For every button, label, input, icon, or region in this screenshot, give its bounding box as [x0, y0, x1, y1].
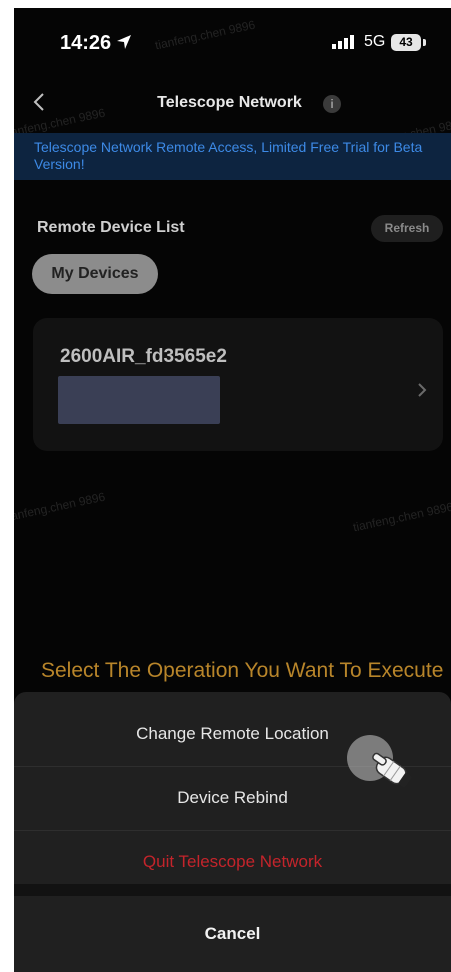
- banner-text: Telescope Network Remote Access, Limited…: [34, 139, 423, 172]
- device-card[interactable]: 2600AIR_fd3565e2: [33, 318, 443, 451]
- phone-screen: tianfeng.chen 9896 tianfeng.chen 9896 ti…: [14, 8, 451, 972]
- cancel-button[interactable]: Cancel: [14, 896, 451, 972]
- clock: 14:26: [60, 32, 112, 54]
- watermark: tianfeng.chen 9896: [351, 499, 451, 535]
- hand-pointer-icon: [372, 752, 412, 788]
- page-title: Telescope Network: [157, 94, 302, 111]
- redacted-device-info: [58, 376, 220, 424]
- beta-notice-banner: Telescope Network Remote Access, Limited…: [14, 133, 451, 180]
- operation-prompt: Select The Operation You Want To Execute: [41, 659, 444, 682]
- status-bar: 14:26 5G 43: [14, 8, 451, 80]
- watermark: tianfeng.chen 9896: [14, 489, 107, 525]
- info-icon[interactable]: i: [323, 95, 341, 113]
- chevron-right-icon: [418, 383, 427, 397]
- battery-tip: [423, 39, 426, 46]
- location-arrow-icon: [117, 35, 131, 49]
- remote-device-list-title: Remote Device List: [37, 219, 185, 236]
- battery-icon: 43: [391, 34, 421, 51]
- tab-my-devices[interactable]: My Devices: [32, 254, 158, 294]
- nav-header: Telescope Network i: [14, 86, 451, 120]
- battery-level: 43: [399, 35, 413, 49]
- refresh-button[interactable]: Refresh: [371, 215, 443, 242]
- signal-icon: [332, 35, 354, 49]
- sheet-separator: [14, 884, 451, 896]
- device-name: 2600AIR_fd3565e2: [60, 346, 227, 367]
- network-type: 5G: [364, 33, 386, 50]
